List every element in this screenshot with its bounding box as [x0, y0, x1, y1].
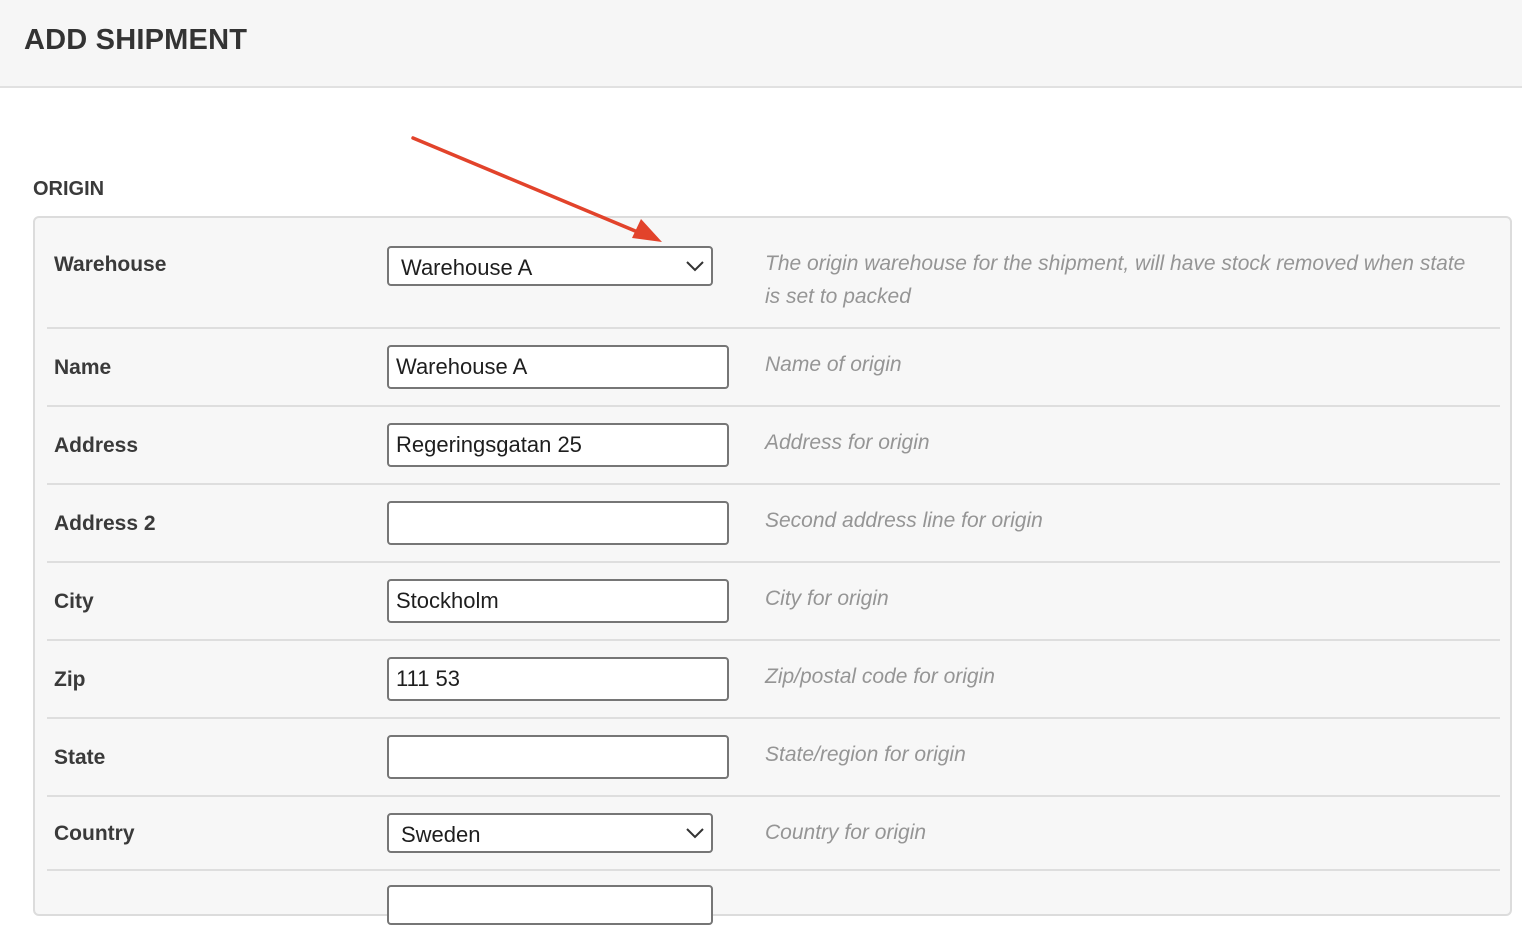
form-row-address: Address Address for origin	[47, 407, 1500, 485]
country-select-value: Sweden	[401, 822, 481, 847]
origin-section-title: ORIGIN	[33, 178, 105, 200]
country-label: Country	[54, 822, 135, 845]
page-title: ADD SHIPMENT	[24, 24, 248, 56]
address-input[interactable]	[387, 423, 729, 467]
warehouse-select[interactable]: Warehouse A	[387, 246, 713, 286]
form-row-warehouse: Warehouse Warehouse A The origin warehou…	[47, 218, 1500, 329]
state-help: State/region for origin	[765, 743, 966, 766]
form-row-city: City City for origin	[47, 563, 1500, 641]
address2-label: Address 2	[54, 512, 156, 535]
city-help: City for origin	[765, 587, 889, 610]
warehouse-help: The origin warehouse for the shipment, w…	[765, 252, 1466, 308]
address-label: Address	[54, 434, 139, 457]
origin-form-panel: Warehouse Warehouse A The origin warehou…	[33, 216, 1512, 925]
form-row-zip: Zip Zip/postal code for origin	[47, 641, 1500, 719]
state-label: State	[54, 746, 106, 769]
country-select[interactable]: Sweden	[387, 813, 713, 853]
city-label: City	[54, 590, 94, 613]
address-help: Address for origin	[765, 431, 930, 454]
chevron-down-icon	[686, 261, 704, 272]
state-input[interactable]	[387, 735, 729, 779]
name-input[interactable]	[387, 345, 729, 389]
name-help: Name of origin	[765, 353, 902, 376]
form-row-state: State State/region for origin	[47, 719, 1500, 797]
address2-input[interactable]	[387, 501, 729, 545]
warehouse-select-value: Warehouse A	[401, 255, 533, 280]
zip-input[interactable]	[387, 657, 729, 701]
next-field-input[interactable]	[387, 885, 713, 925]
warehouse-label: Warehouse	[54, 253, 167, 276]
form-row-name: Name Name of origin	[47, 329, 1500, 407]
name-label: Name	[54, 356, 112, 379]
city-input[interactable]	[387, 579, 729, 623]
chevron-down-icon	[686, 828, 704, 839]
zip-label: Zip	[54, 668, 86, 691]
country-help: Country for origin	[765, 821, 927, 844]
zip-help: Zip/postal code for origin	[765, 665, 995, 688]
form-row-next	[47, 871, 1500, 931]
page-header: ADD SHIPMENT	[0, 0, 1522, 88]
address2-help: Second address line for origin	[765, 509, 1043, 532]
form-row-country: Country Sweden Country for origin	[47, 797, 1500, 871]
form-row-address2: Address 2 Second address line for origin	[47, 485, 1500, 563]
